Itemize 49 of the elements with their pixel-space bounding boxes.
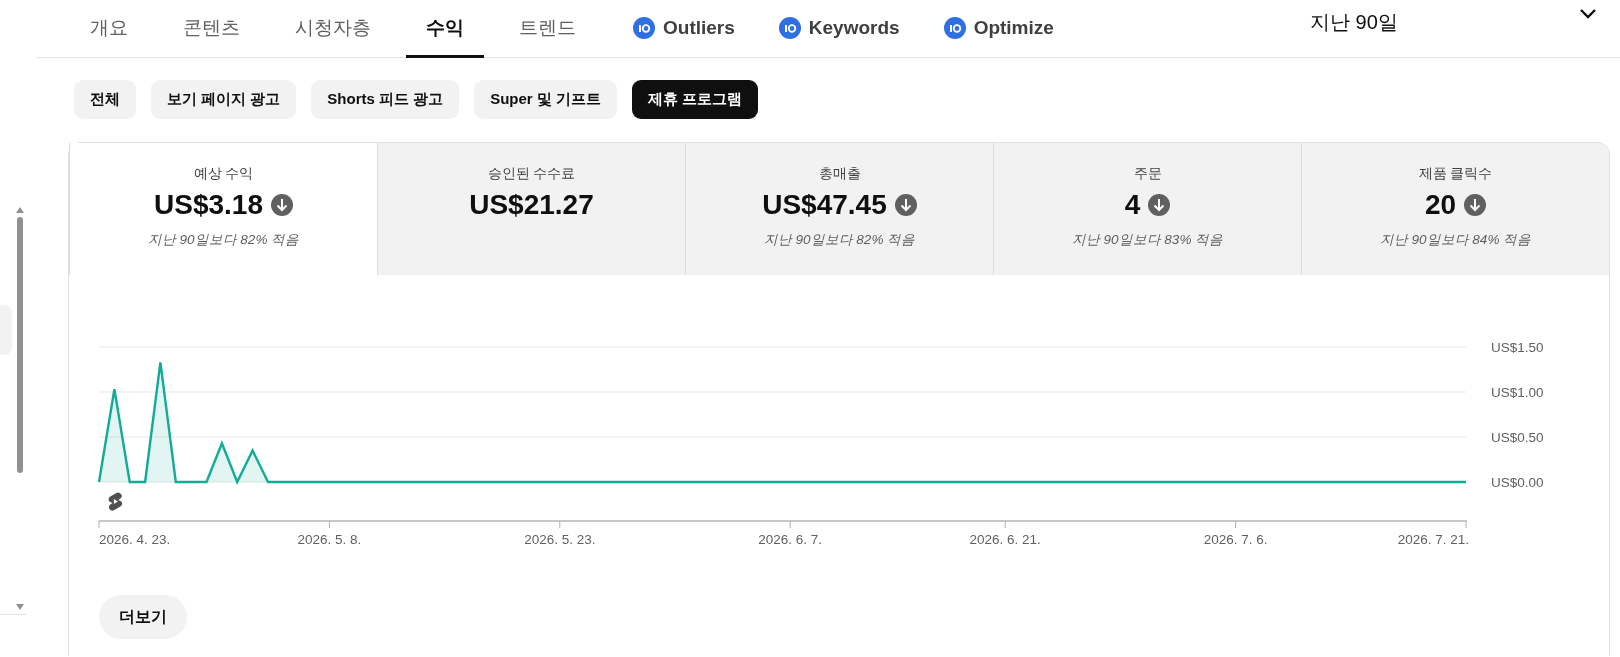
metric-value: 20 (1424, 189, 1457, 221)
metric-value: US$47.45 (762, 189, 887, 221)
shorts-icon[interactable] (108, 492, 123, 511)
x-axis-label: 2026. 4. 23. (99, 532, 171, 547)
metric-label: 승인된 수수료 (487, 165, 576, 183)
metric-tab[interactable]: 승인된 수수료 US$21.27 (377, 143, 685, 275)
filter-chip[interactable]: Super 및 기프트 (474, 80, 618, 119)
metric-value: US$21.27 (469, 189, 594, 221)
metric-tab[interactable]: 제품 클릭수 20 지난 90일보다 84% 적음 (1301, 143, 1609, 275)
nav-tab[interactable]: Outliers (611, 0, 757, 58)
metric-label: 주문 (1133, 165, 1162, 183)
filter-chip[interactable]: 제휴 프로그램 (632, 80, 759, 119)
extension-logo-icon (633, 16, 655, 39)
y-axis-label: US$0.00 (1491, 475, 1544, 490)
metric-tab[interactable]: 주문 4 지난 90일보다 83% 적음 (993, 143, 1301, 275)
y-axis-label: US$1.00 (1491, 385, 1544, 400)
metric-label: 총매출 (818, 165, 861, 183)
x-axis-label: 2026. 5. 8. (297, 532, 362, 547)
metric-label: 제품 클릭수 (1418, 165, 1493, 183)
comparison-text: 지난 90일보다 82% 적음 (763, 231, 916, 249)
comparison-text: 지난 90일보다 84% 적음 (1379, 231, 1532, 249)
y-axis-label: US$0.50 (1491, 430, 1544, 445)
nav-tab[interactable]: 시청자층 (275, 0, 391, 58)
metric-value: 4 (1124, 189, 1141, 221)
metric-tab[interactable]: 총매출 US$47.45 지난 90일보다 82% 적음 (685, 143, 993, 275)
nav-tab[interactable]: Keywords (756, 0, 922, 58)
nav-tab[interactable]: 트렌드 (499, 0, 596, 58)
chevron-down-icon[interactable] (1578, 7, 1598, 21)
nav-tab[interactable]: 수익 (406, 0, 484, 58)
x-axis-label: 2026. 7. 21. (1397, 532, 1469, 547)
comparison-text: 지난 90일보다 82% 적음 (147, 231, 300, 249)
x-axis-label: 2026. 5. 23. (524, 532, 596, 547)
nav-tab[interactable]: 콘텐츠 (163, 0, 260, 58)
filter-chip[interactable]: Shorts 피드 광고 (311, 80, 460, 119)
filter-chip[interactable]: 보기 페이지 광고 (151, 80, 297, 119)
nav-tab[interactable]: 개요 (70, 0, 148, 58)
y-axis-label: US$1.50 (1491, 340, 1544, 355)
metric-value: US$3.18 (154, 189, 263, 221)
x-axis-label: 2026. 6. 7. (758, 532, 823, 547)
filter-chip[interactable]: 전체 (74, 80, 136, 119)
extension-logo-icon (943, 16, 966, 39)
date-range-label: 지난 90일 (1310, 10, 1398, 35)
comparison-text: 지난 90일보다 83% 적음 (1071, 231, 1224, 249)
x-axis-label: 2026. 6. 21. (969, 532, 1041, 547)
extension-logo-icon (778, 16, 801, 39)
x-axis-label: 2026. 7. 6. (1203, 532, 1268, 547)
nav-tab[interactable]: Optimize (921, 0, 1076, 58)
metric-label: 예상 수익 (193, 165, 254, 183)
see-more-button[interactable]: 더보기 (99, 595, 187, 639)
